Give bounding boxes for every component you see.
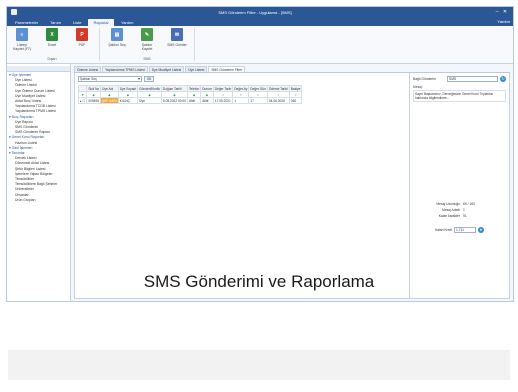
message-textarea[interactable]: Sayın Başkanımız, Derneğimizin Genel Kur… [413,90,506,102]
table-cell: KILINÇ [117,97,139,104]
ribbon-button-label: Excel [47,43,57,47]
table-cell: ▸ ☐ [77,97,88,104]
ribbon: ≡ Listeyi Kaydet (F7) X Excel P PDF Dışarı ▤ Şab… [7,26,513,64]
template-icon: ▤ [111,28,123,41]
table-row[interactable]: ▸ ☐ 009496 ŞEF KARI KILINÇ Üye 5.05.2022 00:0… [77,97,303,104]
ribbon-button[interactable]: ▤ Şablon Seç [106,28,128,56]
ribbon-button[interactable]: ✎ Şablon Kaydet [136,28,158,56]
sidebar-group-label: Borç Raporları [11,114,34,119]
window-title: SMS Gönderim Filtre - Uygulama - [SMS] [218,9,292,15]
document-tabs: Ödeme Listesi Yapılandırma TPMS Listesi Üy… [74,66,510,73]
template-save-icon: ✎ [141,28,153,41]
ribbon-button[interactable]: X Excel [41,28,63,56]
menu-tab[interactable]: Tanım [45,19,66,26]
menu-tab[interactable]: Yardım [116,19,139,26]
table-cell: Aktif [200,97,214,104]
sending-select[interactable]: SMS [447,76,498,82]
ribbon-group-label: Dışarı [47,57,57,61]
menu-tab[interactable]: Liste [68,19,86,26]
sms-send-icon: ✉ [171,28,183,41]
grid-toolbar: Şablon Seç Git [75,73,409,85]
ribbon-button-label: PDF [78,43,86,47]
pdf-icon: P [76,28,88,41]
ribbon-button[interactable]: ≡ Listeyi Kaydet (F7) [11,28,33,56]
minimize-icon[interactable]: – [493,9,501,15]
table-cell: Üye [137,97,162,104]
sending-row: Bağlı Gönderim SMS ↻ [413,76,506,82]
ribbon-button[interactable]: P PDF [71,28,93,56]
sending-label: Bağlı Gönderim [413,77,436,81]
sidebar-group-label: Ödül İşlemleri [11,145,33,150]
table-cell: 04.06.2008 [266,97,290,104]
footer-bar [8,350,510,380]
members-grid: Sicil No Üye Adı Üye Soyadı Gönderi/Kimlik D… [77,85,303,104]
menu-tab[interactable]: Raporlar [88,19,114,26]
go-button[interactable]: Git [144,76,154,82]
table-cell: ŞEF KARI [100,97,119,104]
sidebar-group-label: Genel Kurul Raporları [11,135,45,140]
table-cell: 009496 [86,97,102,104]
excel-icon: X [46,28,58,41]
ribbon-buttons: ▤ Şablon Seç ✎ Şablon Kaydet ✉ SMS Gönder [106,28,188,56]
sidebar-item[interactable]: Ürün Grupları [7,198,70,203]
table-cell: 5.05.2022 00:00 [160,97,188,104]
title-bar: SMS Gönderim Filtre - Uygulama - [SMS] –… [7,7,513,17]
ribbon-button-label: Listeyi Kaydet (F7) [13,43,31,51]
main-panel: Ödeme Listesi Yapılandırma TPMS Listesi Üy… [71,64,513,301]
stat-row: Kalan karakter 91 [413,213,506,219]
sms-panel: Bağlı Gönderim SMS ↻ Mesaj: Sayın Başkan… [410,73,510,299]
table-cell: 17.05.2021 [212,97,234,104]
content-area: ▾ Üye İşlemleri Üye Listesi Ödeme Listesi Ü… [7,64,513,301]
navigation-sidebar: ▾ Üye İşlemleri Üye Listesi Ödeme Listesi Ü… [7,64,71,301]
work-area: Şablon Seç Git Sicil NoÜye AdıÜye Soyadı… [74,73,510,299]
ribbon-buttons: ≡ Listeyi Kaydet (F7) X Excel P PDF [11,28,93,56]
refresh-icon[interactable]: ↻ [500,76,506,82]
ribbon-group: ▤ Şablon Seç ✎ Şablon Kaydet ✉ SMS Gönder SMS [106,28,195,61]
sidebar-group-label: Üye İşlemleri [11,73,32,77]
list-save-icon: ≡ [16,28,28,41]
document-tab[interactable]: Ödeme Listesi [74,66,102,72]
table-cell: 17 [248,97,268,104]
send-count-field[interactable]: 1.711 [454,227,477,233]
send-icon[interactable]: ➤ [478,227,485,233]
table-cell: 360 [288,97,303,104]
ribbon-button[interactable]: ✉ SMS Gönder [166,28,188,56]
ribbon-group: ≡ Listeyi Kaydet (F7) X Excel P PDF Dışarı [11,28,100,61]
menu-tab[interactable]: Parametreler [10,19,43,26]
ribbon-button-label: Şablon Seç [108,43,126,47]
document-tab[interactable]: Üye Muafiyet Listesi [148,66,185,72]
ribbon-button-label: Şablon Kaydet [141,43,153,51]
stat-label: Kalan karakter [438,214,460,218]
close-icon[interactable]: ✕ [501,9,509,15]
document-tab[interactable]: Üye Listesi [185,66,208,72]
table-cell: 1 [232,97,250,104]
document-tab[interactable]: Yapılandırma TPMS Listesi [102,66,148,72]
table-cell: Aktif [186,97,202,104]
ribbon-group-label: SMS [143,57,151,61]
send-count-label: Kalan Kredi [434,228,453,232]
message-label: Mesaj: [413,85,423,89]
sidebar-header [7,66,70,72]
stat-value: 91 [463,214,467,218]
help-menu[interactable]: Yardım [497,19,510,26]
caption: SMS Gönderimi ve Raporlama [143,272,375,291]
send-row: Kalan Kredi 1.711 ➤ [413,227,506,233]
sidebar-group-label: Tanımlar [11,151,25,156]
app-window: SMS Gönderim Filtre - Uygulama - [SMS] –… [6,6,514,302]
ribbon-button-label: SMS Gönder [167,43,187,47]
document-tab[interactable]: SMS Gönderim Filtre [208,66,246,72]
menu-bar: Parametreler Tanım Liste Raporlar Yardım Yard… [7,17,513,26]
grid-area: Şablon Seç Git Sicil NoÜye AdıÜye Soyadı… [74,73,410,299]
template-select[interactable]: Şablon Seç [78,76,142,82]
message-stats: Mesaj Uzunluğu 69 / 160 Mesaj Adedi 1 Kalan … [413,201,506,233]
